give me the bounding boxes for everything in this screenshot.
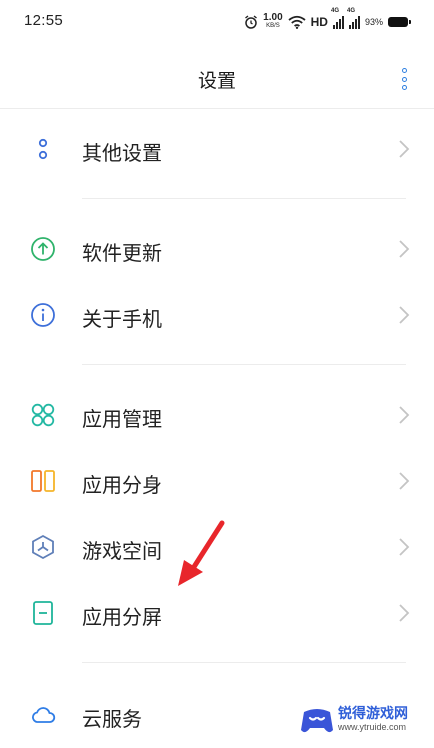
signal-sim2-icon: 4G xyxy=(347,8,360,29)
settings-item-label: 其他设置 xyxy=(82,141,162,165)
chevron-right-icon xyxy=(399,604,410,622)
chevron-right-icon xyxy=(399,240,410,258)
app-grid-icon xyxy=(31,403,55,427)
split-screen-icon xyxy=(33,601,53,625)
settings-item-other[interactable]: 其他设置 xyxy=(0,116,434,182)
game-space-icon xyxy=(32,534,54,560)
status-icons: 1.00 KB/S HD 4G 4G 93% xyxy=(244,8,411,32)
settings-item-app-management[interactable]: 应用管理 xyxy=(0,382,434,448)
watermark: 锐得游戏网 www.ytruide.com xyxy=(300,703,428,739)
section-divider xyxy=(82,662,406,663)
more-options-button[interactable] xyxy=(396,68,412,90)
settings-item-label: 软件更新 xyxy=(82,241,162,265)
info-icon xyxy=(31,303,55,327)
network-speed: 1.00 KB/S xyxy=(263,12,283,30)
settings-item-software-update[interactable]: 软件更新 xyxy=(0,216,434,282)
settings-item-about-phone[interactable]: 关于手机 xyxy=(0,282,434,348)
alarm-icon xyxy=(245,15,258,29)
settings-item-label: 应用管理 xyxy=(82,407,162,431)
wifi-icon xyxy=(288,15,306,29)
battery-icon xyxy=(388,17,411,27)
header-divider xyxy=(0,108,434,109)
title-bar: 设置 xyxy=(0,44,434,108)
chevron-right-icon xyxy=(399,306,410,324)
cloud-icon xyxy=(32,707,56,723)
page-title: 设置 xyxy=(197,70,236,92)
settings-item-label: 关于手机 xyxy=(82,307,162,331)
update-arrow-icon xyxy=(31,237,55,261)
annotation-arrow xyxy=(178,520,225,586)
battery-percent: 93% xyxy=(364,17,383,27)
settings-item-label: 应用分身 xyxy=(82,473,162,497)
settings-item-label: 应用分屏 xyxy=(82,605,162,629)
more-settings-icon xyxy=(38,138,48,160)
watermark-name: 锐得游戏网 xyxy=(338,706,408,722)
settings-item-label: 云服务 xyxy=(82,707,142,731)
more-vertical-icon xyxy=(401,68,407,73)
dual-app-icon xyxy=(31,470,55,492)
section-divider xyxy=(82,198,406,199)
status-time: 12:55 xyxy=(24,12,64,29)
gamepad-logo-icon xyxy=(301,709,333,733)
settings-item-dual-apps[interactable]: 应用分身 xyxy=(0,448,434,514)
chevron-right-icon xyxy=(399,472,410,490)
chevron-right-icon xyxy=(399,140,410,158)
hd-indicator: HD xyxy=(310,15,328,29)
watermark-url: www.ytruide.com xyxy=(338,722,407,732)
chevron-right-icon xyxy=(399,538,410,556)
signal-sim1-icon: 4G xyxy=(331,8,344,29)
settings-item-label: 游戏空间 xyxy=(82,539,162,563)
status-bar: 12:55 1.00 KB/S HD 4G 4G 93% xyxy=(0,0,434,44)
chevron-right-icon xyxy=(399,406,410,424)
section-divider xyxy=(82,364,406,365)
